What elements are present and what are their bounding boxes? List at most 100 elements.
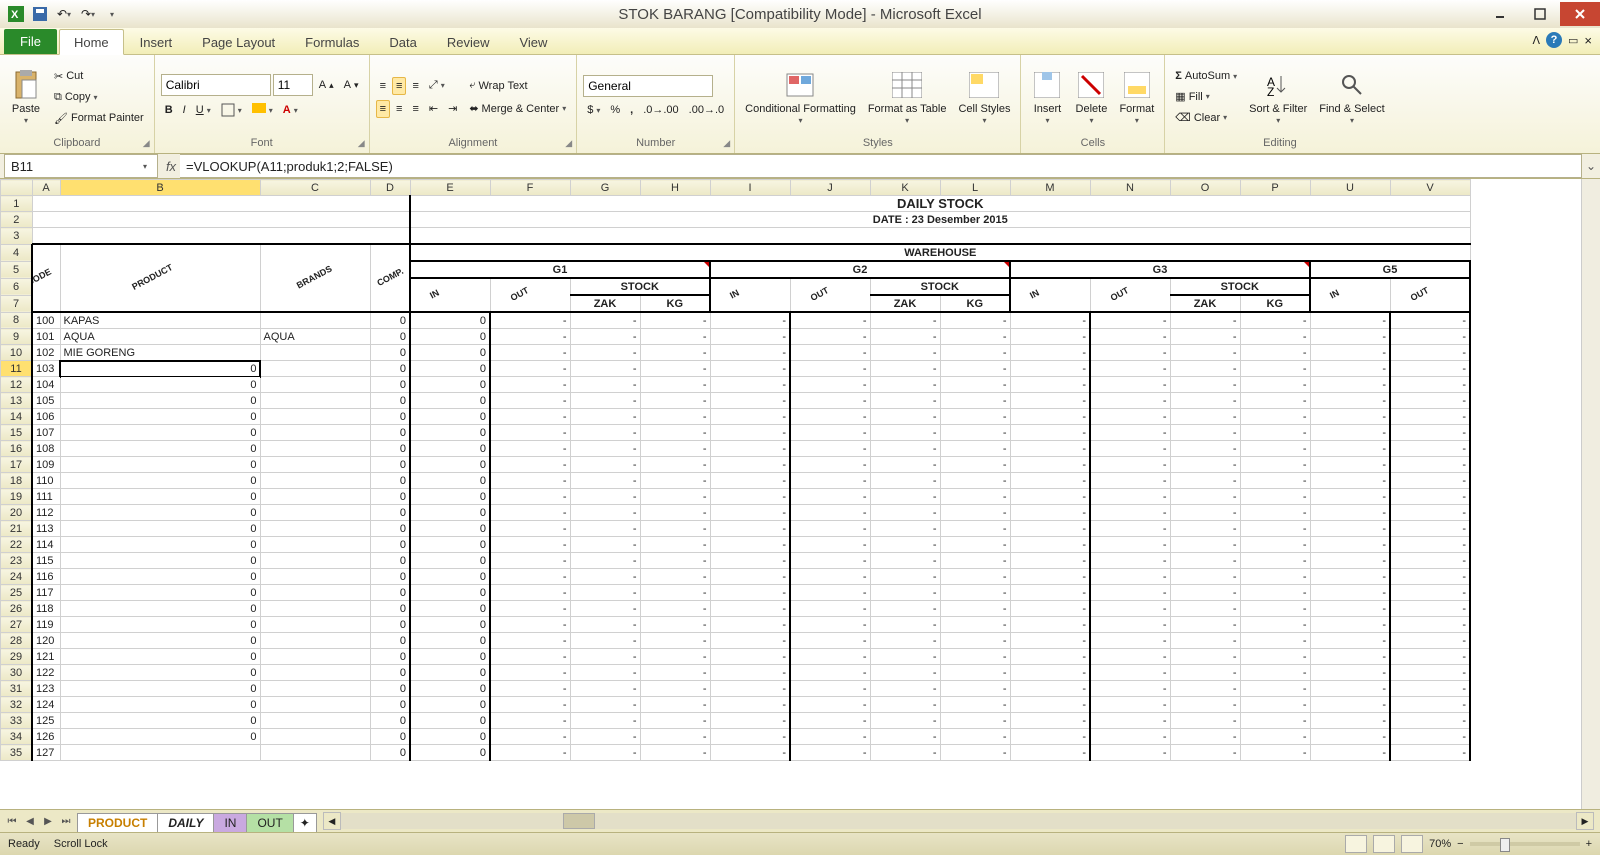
cell[interactable]: 117 xyxy=(32,585,60,601)
tab-insert[interactable]: Insert xyxy=(126,30,187,54)
cell[interactable]: - xyxy=(1170,345,1240,361)
cell[interactable]: - xyxy=(1170,633,1240,649)
cell[interactable]: - xyxy=(1010,505,1090,521)
cell[interactable]: - xyxy=(710,729,790,745)
zoom-level[interactable]: 70% xyxy=(1429,838,1451,850)
cell[interactable]: - xyxy=(710,569,790,585)
cell[interactable]: - xyxy=(1090,329,1170,345)
cell[interactable]: - xyxy=(1170,617,1240,633)
cell[interactable]: - xyxy=(1170,569,1240,585)
cell[interactable]: - xyxy=(570,537,640,553)
cell[interactable]: AQUA xyxy=(260,329,370,345)
cell[interactable]: 0 xyxy=(60,425,260,441)
cell[interactable]: - xyxy=(870,473,940,489)
cell[interactable]: - xyxy=(1240,377,1310,393)
cell[interactable]: - xyxy=(790,505,870,521)
cell[interactable]: - xyxy=(1390,441,1470,457)
cell[interactable]: - xyxy=(1170,553,1240,569)
align-left-button[interactable]: ≡ xyxy=(376,100,390,118)
cell[interactable]: - xyxy=(870,329,940,345)
sheet-nav-next-icon[interactable]: ▶ xyxy=(40,813,56,829)
row-header[interactable]: 13 xyxy=(1,393,33,409)
cell[interactable]: 120 xyxy=(32,633,60,649)
help-icon[interactable]: ? xyxy=(1546,32,1562,48)
copy-button[interactable]: ⧉Copy▾ xyxy=(50,88,148,107)
cell[interactable]: - xyxy=(1390,505,1470,521)
cell[interactable]: 0 xyxy=(410,393,490,409)
row-header[interactable]: 2 xyxy=(1,212,33,228)
cell[interactable]: - xyxy=(1010,312,1090,329)
cell[interactable] xyxy=(260,649,370,665)
row-header[interactable]: 21 xyxy=(1,521,33,537)
cell[interactable]: - xyxy=(1010,457,1090,473)
cell[interactable]: 0 xyxy=(370,377,410,393)
column-header[interactable]: U xyxy=(1310,180,1390,196)
cell[interactable]: - xyxy=(570,665,640,681)
cell[interactable]: - xyxy=(710,681,790,697)
cell[interactable]: - xyxy=(710,745,790,761)
cell[interactable]: - xyxy=(710,473,790,489)
cell[interactable]: 112 xyxy=(32,505,60,521)
cell[interactable]: 0 xyxy=(410,409,490,425)
comma-button[interactable]: , xyxy=(626,101,637,119)
cell[interactable]: 0 xyxy=(410,649,490,665)
cell[interactable]: 0 xyxy=(410,569,490,585)
cell[interactable] xyxy=(260,713,370,729)
cell[interactable]: - xyxy=(710,409,790,425)
cell[interactable]: - xyxy=(1170,361,1240,377)
cell[interactable]: - xyxy=(1010,521,1090,537)
cell[interactable]: - xyxy=(1240,312,1310,329)
cell[interactable]: - xyxy=(1170,665,1240,681)
cell[interactable]: 110 xyxy=(32,473,60,489)
cell[interactable]: - xyxy=(940,537,1010,553)
cell[interactable]: - xyxy=(790,585,870,601)
cell[interactable]: - xyxy=(1390,553,1470,569)
cell[interactable]: 111 xyxy=(32,489,60,505)
cell[interactable]: - xyxy=(790,441,870,457)
cell[interactable]: - xyxy=(1170,473,1240,489)
row-header[interactable]: 11 xyxy=(1,361,33,377)
cell[interactable]: 0 xyxy=(60,393,260,409)
cell[interactable]: - xyxy=(710,441,790,457)
cell[interactable]: - xyxy=(490,665,570,681)
cell[interactable]: - xyxy=(570,681,640,697)
cell[interactable]: - xyxy=(1090,377,1170,393)
undo-icon[interactable]: ↶▾ xyxy=(54,4,74,24)
cell[interactable]: - xyxy=(1170,505,1240,521)
cell[interactable]: 127 xyxy=(32,745,60,761)
cell[interactable] xyxy=(260,729,370,745)
cell[interactable]: - xyxy=(1390,601,1470,617)
row-header[interactable]: 3 xyxy=(1,228,33,245)
underline-button[interactable]: U▾ xyxy=(192,101,215,119)
cell[interactable]: - xyxy=(1090,649,1170,665)
cell[interactable]: - xyxy=(490,521,570,537)
cell[interactable]: - xyxy=(710,537,790,553)
cell[interactable]: - xyxy=(640,537,710,553)
cell[interactable]: - xyxy=(710,361,790,377)
cell[interactable]: - xyxy=(1390,537,1470,553)
cell[interactable] xyxy=(260,473,370,489)
cell[interactable]: - xyxy=(1310,745,1390,761)
cell[interactable] xyxy=(260,665,370,681)
cell[interactable]: 0 xyxy=(370,425,410,441)
cell[interactable]: - xyxy=(940,505,1010,521)
cell[interactable]: - xyxy=(570,409,640,425)
row-header[interactable]: 25 xyxy=(1,585,33,601)
cell[interactable]: - xyxy=(490,361,570,377)
cell[interactable]: 0 xyxy=(60,361,260,377)
cell[interactable]: - xyxy=(1090,713,1170,729)
cell[interactable]: 0 xyxy=(60,665,260,681)
cell[interactable]: - xyxy=(1240,457,1310,473)
cell[interactable]: - xyxy=(710,457,790,473)
cell[interactable]: - xyxy=(1310,473,1390,489)
cell[interactable]: 0 xyxy=(410,665,490,681)
cell[interactable]: - xyxy=(570,489,640,505)
cell[interactable]: - xyxy=(640,569,710,585)
cell[interactable]: 0 xyxy=(410,585,490,601)
vertical-scrollbar[interactable] xyxy=(1581,179,1600,809)
cell[interactable]: - xyxy=(490,681,570,697)
cell[interactable]: - xyxy=(1390,697,1470,713)
cell[interactable]: - xyxy=(640,425,710,441)
cell[interactable]: - xyxy=(570,569,640,585)
cell[interactable]: - xyxy=(1090,729,1170,745)
